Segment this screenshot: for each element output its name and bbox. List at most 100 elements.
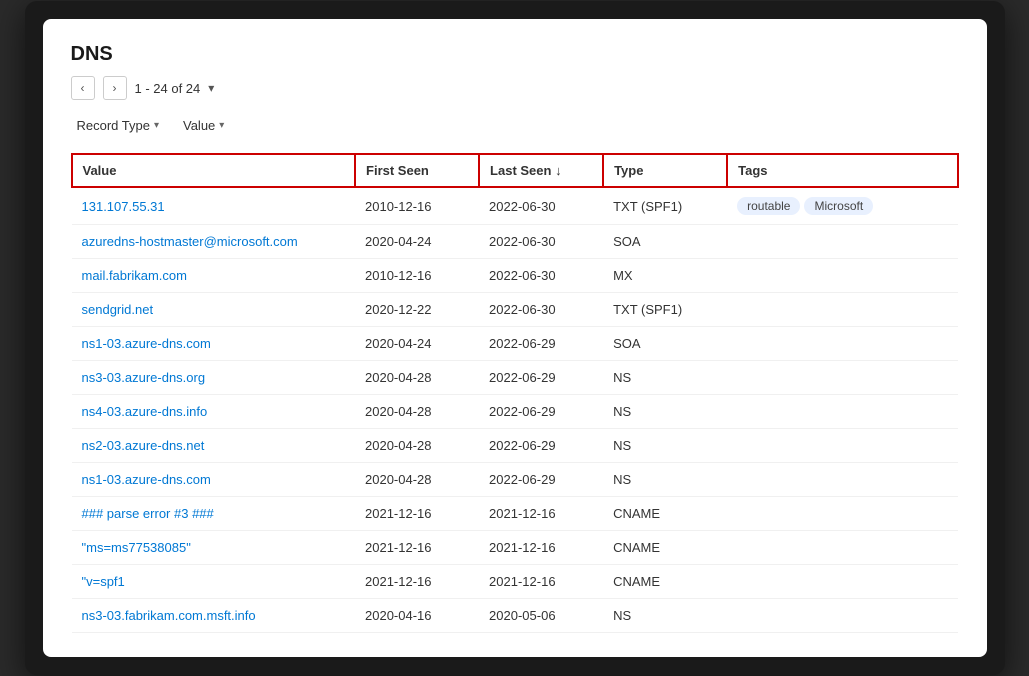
cell-value[interactable]: "v=spf1 bbox=[72, 565, 356, 599]
cell-tags: routableMicrosoft bbox=[727, 187, 957, 225]
cell-tags bbox=[727, 327, 957, 361]
cell-type: NS bbox=[603, 361, 727, 395]
cell-tags bbox=[727, 361, 957, 395]
cell-type: CNAME bbox=[603, 497, 727, 531]
cell-type: TXT (SPF1) bbox=[603, 187, 727, 225]
cell-last-seen: 2022-06-30 bbox=[479, 225, 603, 259]
table-row: ns2-03.azure-dns.net2020-04-282022-06-29… bbox=[72, 429, 958, 463]
cell-type: SOA bbox=[603, 225, 727, 259]
cell-tags bbox=[727, 293, 957, 327]
cell-value[interactable]: ns4-03.azure-dns.info bbox=[72, 395, 356, 429]
filter-value-label: Value bbox=[183, 118, 215, 133]
cell-last-seen: 2022-06-29 bbox=[479, 395, 603, 429]
cell-tags bbox=[727, 599, 957, 633]
pagination-row: ‹ › 1 - 24 of 24 ▾ bbox=[71, 76, 959, 100]
cell-last-seen: 2020-05-06 bbox=[479, 599, 603, 633]
table-header-row: Value First Seen Last Seen ↓ Type Tags bbox=[72, 154, 958, 187]
table-row: ### parse error #3 ###2021-12-162021-12-… bbox=[72, 497, 958, 531]
cell-value[interactable]: 131.107.55.31 bbox=[72, 187, 356, 225]
table-row: mail.fabrikam.com2010-12-162022-06-30MX bbox=[72, 259, 958, 293]
cell-value[interactable]: ns2-03.azure-dns.net bbox=[72, 429, 356, 463]
cell-first-seen: 2020-04-28 bbox=[355, 395, 479, 429]
col-header-last-seen[interactable]: Last Seen ↓ bbox=[479, 154, 603, 187]
cell-last-seen: 2022-06-30 bbox=[479, 293, 603, 327]
cell-tags bbox=[727, 531, 957, 565]
cell-last-seen: 2022-06-30 bbox=[479, 187, 603, 225]
filter-record-type-icon: ▾ bbox=[154, 120, 159, 131]
table-row: sendgrid.net2020-12-222022-06-30TXT (SPF… bbox=[72, 293, 958, 327]
cell-tags bbox=[727, 429, 957, 463]
cell-value[interactable]: ns3-03.fabrikam.com.msft.info bbox=[72, 599, 356, 633]
cell-first-seen: 2020-04-28 bbox=[355, 429, 479, 463]
cell-type: NS bbox=[603, 395, 727, 429]
filter-value-icon: ▾ bbox=[219, 120, 224, 131]
cell-last-seen: 2022-06-29 bbox=[479, 327, 603, 361]
cell-value[interactable]: ns3-03.azure-dns.org bbox=[72, 361, 356, 395]
table-row: azuredns-hostmaster@microsoft.com2020-04… bbox=[72, 225, 958, 259]
prev-page-button[interactable]: ‹ bbox=[71, 76, 95, 100]
cell-tags bbox=[727, 395, 957, 429]
filter-value[interactable]: Value ▾ bbox=[177, 114, 230, 137]
table-row: ns1-03.azure-dns.com2020-04-282022-06-29… bbox=[72, 463, 958, 497]
cell-type: CNAME bbox=[603, 531, 727, 565]
col-header-first-seen[interactable]: First Seen bbox=[355, 154, 479, 187]
table-row: 131.107.55.312010-12-162022-06-30TXT (SP… bbox=[72, 187, 958, 225]
cell-value[interactable]: mail.fabrikam.com bbox=[72, 259, 356, 293]
filter-record-type[interactable]: Record Type ▾ bbox=[71, 114, 166, 137]
cell-first-seen: 2010-12-16 bbox=[355, 187, 479, 225]
cell-tags bbox=[727, 497, 957, 531]
window-container: DNS ‹ › 1 - 24 of 24 ▾ Record Type ▾ Val… bbox=[25, 1, 1005, 675]
dns-table: Value First Seen Last Seen ↓ Type Tags 1… bbox=[71, 153, 959, 633]
cell-value[interactable]: ns1-03.azure-dns.com bbox=[72, 327, 356, 361]
table-row: ns3-03.fabrikam.com.msft.info2020-04-162… bbox=[72, 599, 958, 633]
cell-type: SOA bbox=[603, 327, 727, 361]
filter-record-type-label: Record Type bbox=[77, 118, 150, 133]
cell-value[interactable]: azuredns-hostmaster@microsoft.com bbox=[72, 225, 356, 259]
col-header-tags[interactable]: Tags bbox=[727, 154, 957, 187]
cell-type: MX bbox=[603, 259, 727, 293]
cell-first-seen: 2020-04-24 bbox=[355, 225, 479, 259]
cell-value[interactable]: ns1-03.azure-dns.com bbox=[72, 463, 356, 497]
pagination-dropdown[interactable]: ▾ bbox=[208, 81, 214, 95]
table-row: ns3-03.azure-dns.org2020-04-282022-06-29… bbox=[72, 361, 958, 395]
cell-value[interactable]: sendgrid.net bbox=[72, 293, 356, 327]
cell-last-seen: 2022-06-29 bbox=[479, 463, 603, 497]
cell-first-seen: 2010-12-16 bbox=[355, 259, 479, 293]
pagination-info: 1 - 24 of 24 bbox=[135, 81, 201, 96]
cell-first-seen: 2021-12-16 bbox=[355, 497, 479, 531]
cell-type: NS bbox=[603, 429, 727, 463]
table-row: "ms=ms77538085"2021-12-162021-12-16CNAME bbox=[72, 531, 958, 565]
cell-first-seen: 2020-04-28 bbox=[355, 463, 479, 497]
next-page-button[interactable]: › bbox=[103, 76, 127, 100]
cell-last-seen: 2022-06-30 bbox=[479, 259, 603, 293]
cell-tags bbox=[727, 463, 957, 497]
cell-tags bbox=[727, 225, 957, 259]
cell-first-seen: 2020-04-16 bbox=[355, 599, 479, 633]
table-row: "v=spf12021-12-162021-12-16CNAME bbox=[72, 565, 958, 599]
cell-last-seen: 2021-12-16 bbox=[479, 565, 603, 599]
cell-type: NS bbox=[603, 599, 727, 633]
cell-last-seen: 2022-06-29 bbox=[479, 429, 603, 463]
cell-first-seen: 2020-04-24 bbox=[355, 327, 479, 361]
cell-last-seen: 2021-12-16 bbox=[479, 531, 603, 565]
cell-type: CNAME bbox=[603, 565, 727, 599]
cell-last-seen: 2021-12-16 bbox=[479, 497, 603, 531]
main-panel: DNS ‹ › 1 - 24 of 24 ▾ Record Type ▾ Val… bbox=[43, 19, 987, 657]
cell-type: NS bbox=[603, 463, 727, 497]
cell-first-seen: 2021-12-16 bbox=[355, 565, 479, 599]
cell-value[interactable]: "ms=ms77538085" bbox=[72, 531, 356, 565]
cell-tags bbox=[727, 259, 957, 293]
cell-value[interactable]: ### parse error #3 ### bbox=[72, 497, 356, 531]
cell-tags bbox=[727, 565, 957, 599]
cell-type: TXT (SPF1) bbox=[603, 293, 727, 327]
col-header-type[interactable]: Type bbox=[603, 154, 727, 187]
cell-first-seen: 2020-12-22 bbox=[355, 293, 479, 327]
col-header-value[interactable]: Value bbox=[72, 154, 356, 187]
tag-badge[interactable]: routable bbox=[737, 197, 800, 215]
tag-badge[interactable]: Microsoft bbox=[804, 197, 873, 215]
page-title: DNS bbox=[71, 43, 959, 66]
cell-first-seen: 2021-12-16 bbox=[355, 531, 479, 565]
cell-first-seen: 2020-04-28 bbox=[355, 361, 479, 395]
table-row: ns4-03.azure-dns.info2020-04-282022-06-2… bbox=[72, 395, 958, 429]
cell-last-seen: 2022-06-29 bbox=[479, 361, 603, 395]
